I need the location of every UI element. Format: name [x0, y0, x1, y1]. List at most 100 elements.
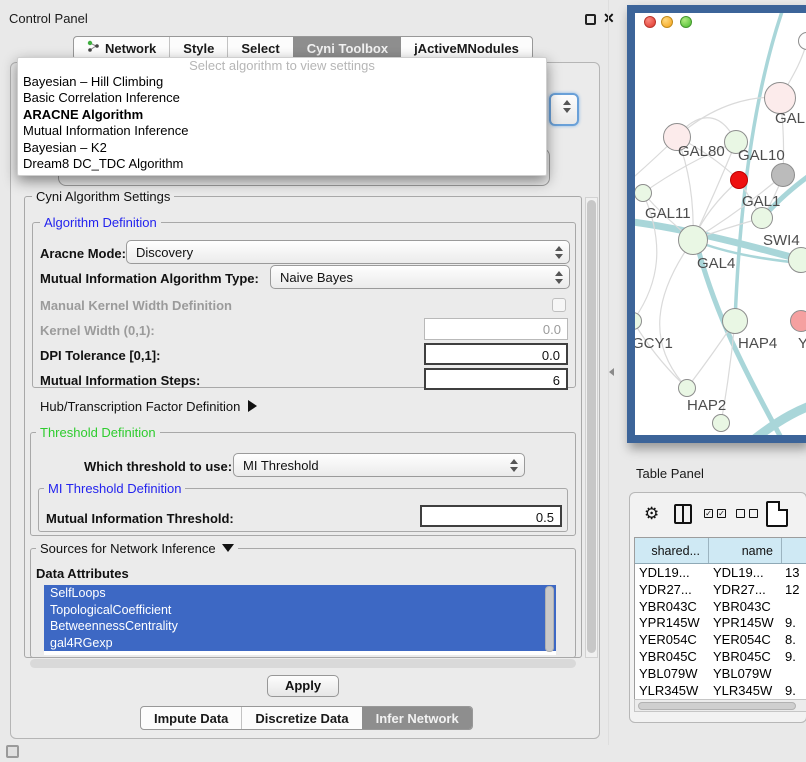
split-columns-icon[interactable]: [674, 504, 692, 524]
table-panel-window: ⚙ ✓ ✓ shared...name YDL19...YDL19...13YD…: [629, 492, 806, 723]
network-node-y[interactable]: [790, 310, 806, 332]
network-node-hap4[interactable]: [722, 308, 748, 334]
network-node-label: GAL: [775, 110, 805, 127]
attribute-item-gal4rgexp[interactable]: gal4RGexp: [44, 635, 556, 652]
select-all-icon[interactable]: ✓: [704, 509, 713, 518]
divider-collapse-icon[interactable]: [609, 368, 614, 376]
table-row[interactable]: YDL19...YDL19...13: [635, 564, 806, 581]
table-toolbar: ⚙ ✓ ✓: [630, 493, 806, 537]
table-row[interactable]: YBR043CYBR043C: [635, 598, 806, 615]
tab-label: Select: [241, 41, 279, 56]
sources-expander[interactable]: Sources for Network Inference: [36, 541, 238, 556]
column-header-shared[interactable]: shared...: [635, 538, 709, 563]
float-window-icon[interactable]: [585, 14, 596, 25]
dropdown-item-dream8-dc-tdc-algorithm[interactable]: Dream8 DC_TDC Algorithm: [18, 156, 546, 172]
cyni-algorithm-settings-title: Cyni Algorithm Settings: [32, 189, 174, 204]
network-node[interactable]: [730, 171, 748, 189]
dropdown-item-basic-correlation-inference[interactable]: Basic Correlation Inference: [18, 90, 546, 106]
file-icon[interactable]: [766, 501, 788, 527]
attributes-list-scrollbar[interactable]: [545, 586, 554, 652]
tab-select[interactable]: Select: [227, 37, 292, 59]
network-edges: [635, 13, 806, 435]
node-table: shared...name YDL19...YDL19...13YDR27...…: [634, 537, 806, 699]
which-threshold-label: Which threshold to use:: [84, 459, 232, 474]
network-node-label: Y: [798, 335, 806, 352]
table-hscrollbar[interactable]: [634, 699, 806, 712]
manual-kernel-width-checkbox[interactable]: [552, 298, 566, 312]
control-panel-title: Control Panel: [9, 11, 88, 26]
attribute-item-betweennesscentrality[interactable]: BetweennessCentrality: [44, 618, 556, 635]
dropdown-item-bayesian-k2[interactable]: Bayesian – K2: [18, 140, 546, 156]
dropdown-item-bayesian-hill-climbing[interactable]: Bayesian – Hill Climbing: [18, 74, 546, 90]
aracne-mode-label: Aracne Mode:: [40, 246, 126, 261]
sources-title: Sources for Network Inference: [40, 541, 216, 556]
data-attributes-list: SelfLoopsTopologicalCoefficientBetweenne…: [44, 585, 556, 655]
table-cell: YPR145W: [709, 614, 782, 631]
table-row[interactable]: YDR27...YDR27...12: [635, 581, 806, 598]
table-cell: YLR345W: [709, 682, 782, 699]
aracne-mode-combobox[interactable]: Discovery: [126, 240, 570, 264]
table-hscrollbar-thumb[interactable]: [638, 702, 796, 710]
tab-cyni-toolbox[interactable]: Cyni Toolbox: [293, 37, 401, 59]
network-node-label: GAL80: [678, 143, 725, 160]
network-canvas[interactable]: GALGAL80GAL10GAL1GAL11SWI4GAL4GCY1HAP4YH…: [635, 13, 806, 435]
network-node-gal4[interactable]: [678, 225, 708, 255]
deselect-all-icon[interactable]: [736, 509, 745, 518]
settings-scrollbar-thumb[interactable]: [587, 200, 596, 653]
table-panel-title: Table Panel: [636, 466, 704, 481]
network-node[interactable]: [771, 163, 795, 187]
dropdown-item-mutual-information-inference[interactable]: Mutual Information Inference: [18, 123, 546, 139]
table-cell: YER054C: [709, 631, 782, 648]
table-cell: YDL19...: [635, 564, 709, 581]
which-threshold-value: MI Threshold: [243, 458, 319, 473]
mi-threshold-field[interactable]: 0.5: [420, 505, 562, 527]
table-row[interactable]: YBR045CYBR045C9.: [635, 648, 806, 665]
cyni-bottom-tabbar: Impute DataDiscretize DataInfer Network: [140, 706, 473, 730]
deselect-all-icon[interactable]: [749, 509, 758, 518]
tab-infer-network[interactable]: Infer Network: [362, 707, 472, 729]
dpi-tolerance-field[interactable]: 0.0: [424, 343, 568, 365]
mi-steps-field[interactable]: 6: [424, 368, 568, 390]
table-cell: YLR345W: [635, 682, 709, 699]
gear-icon[interactable]: ⚙: [644, 504, 659, 524]
table-row[interactable]: YER054CYER054C8.: [635, 631, 806, 648]
table-cell: [782, 598, 806, 615]
apply-button[interactable]: Apply: [267, 675, 339, 697]
mi-steps-label: Mutual Information Steps:: [40, 373, 200, 388]
kernel-width-field[interactable]: 0.0: [424, 318, 568, 340]
column-header-extra[interactable]: [782, 538, 806, 563]
minimized-panel-icon[interactable]: [6, 745, 19, 758]
hub-definition-expander[interactable]: Hub/Transcription Factor Definition: [40, 399, 257, 414]
tab-discretize-data[interactable]: Discretize Data: [241, 707, 361, 729]
select-all-icon[interactable]: ✓: [717, 509, 726, 518]
mac-minimize-icon[interactable]: [661, 16, 673, 28]
network-tab-icon: [87, 40, 100, 56]
attribute-item-selfloops[interactable]: SelfLoops: [44, 585, 556, 602]
table-cell: YBR045C: [709, 648, 782, 665]
network-node-hap2[interactable]: [678, 379, 696, 397]
mac-zoom-icon[interactable]: [680, 16, 692, 28]
algorithm-combobox-partial[interactable]: [549, 93, 579, 126]
table-cell: YDR27...: [709, 581, 782, 598]
column-header-name[interactable]: name: [709, 538, 782, 563]
which-threshold-combobox[interactable]: MI Threshold: [233, 453, 525, 477]
network-node-label: GAL1: [742, 193, 780, 210]
attribute-item-topologicalcoefficient[interactable]: TopologicalCoefficient: [44, 602, 556, 619]
mi-algorithm-type-value: Naive Bayes: [280, 270, 353, 285]
tab-impute-data[interactable]: Impute Data: [141, 707, 241, 729]
settings-hscrollbar[interactable]: [30, 659, 576, 668]
threshold-definition-title: Threshold Definition: [36, 425, 160, 440]
table-row[interactable]: YPR145WYPR145W9.: [635, 614, 806, 631]
table-row[interactable]: YLR345WYLR345W9.: [635, 682, 806, 699]
mi-algorithm-type-combobox[interactable]: Naive Bayes: [270, 265, 570, 289]
table-cell: 9.: [782, 648, 806, 665]
network-node[interactable]: [712, 414, 730, 432]
table-row[interactable]: YBL079WYBL079W: [635, 665, 806, 682]
network-node-gal1[interactable]: [751, 207, 773, 229]
tab-style[interactable]: Style: [169, 37, 227, 59]
mac-close-icon[interactable]: [644, 16, 656, 28]
tab-jactivemnodules[interactable]: jActiveMNodules: [401, 37, 532, 59]
dropdown-item-aracne-algorithm[interactable]: ARACNE Algorithm: [18, 107, 546, 123]
table-body: YDL19...YDL19...13YDR27...YDR27...12YBR0…: [635, 564, 806, 699]
tab-network[interactable]: Network: [74, 37, 169, 59]
